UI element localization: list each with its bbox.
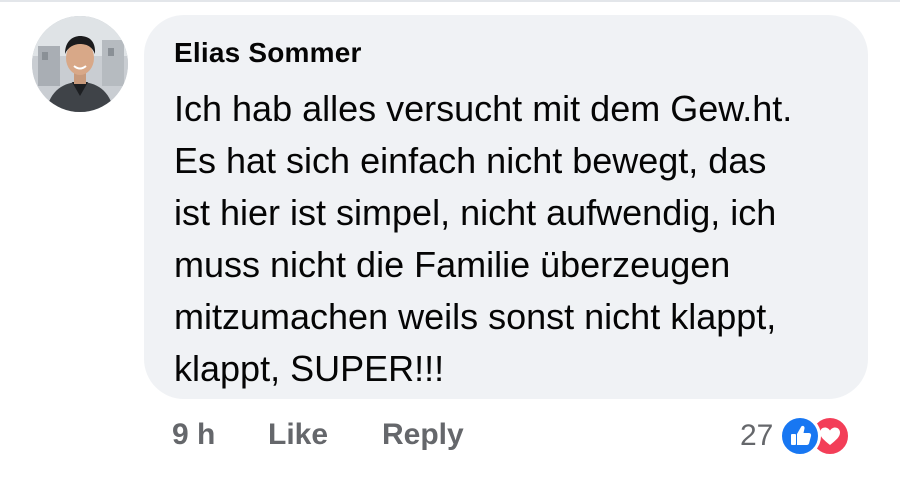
reaction-summary[interactable]: 27 [740,415,852,457]
top-divider [0,0,900,2]
avatar[interactable] [32,16,128,112]
like-button[interactable]: Like [268,418,328,452]
author-name[interactable]: Elias Sommer [174,37,362,69]
profile-photo-icon [32,16,128,112]
thumbs-up-icon [779,415,822,457]
comment-bubble: Elias Sommer Ich hab alles versucht mit … [144,15,868,399]
timestamp[interactable]: 9 h [172,418,215,452]
reply-button[interactable]: Reply [382,418,464,452]
comment-text: Ich hab alles versucht mit dem Gew.ht. E… [174,88,793,389]
reaction-count: 27 [740,419,774,452]
comment-actions: 9 h Like Reply 27 [0,412,900,462]
